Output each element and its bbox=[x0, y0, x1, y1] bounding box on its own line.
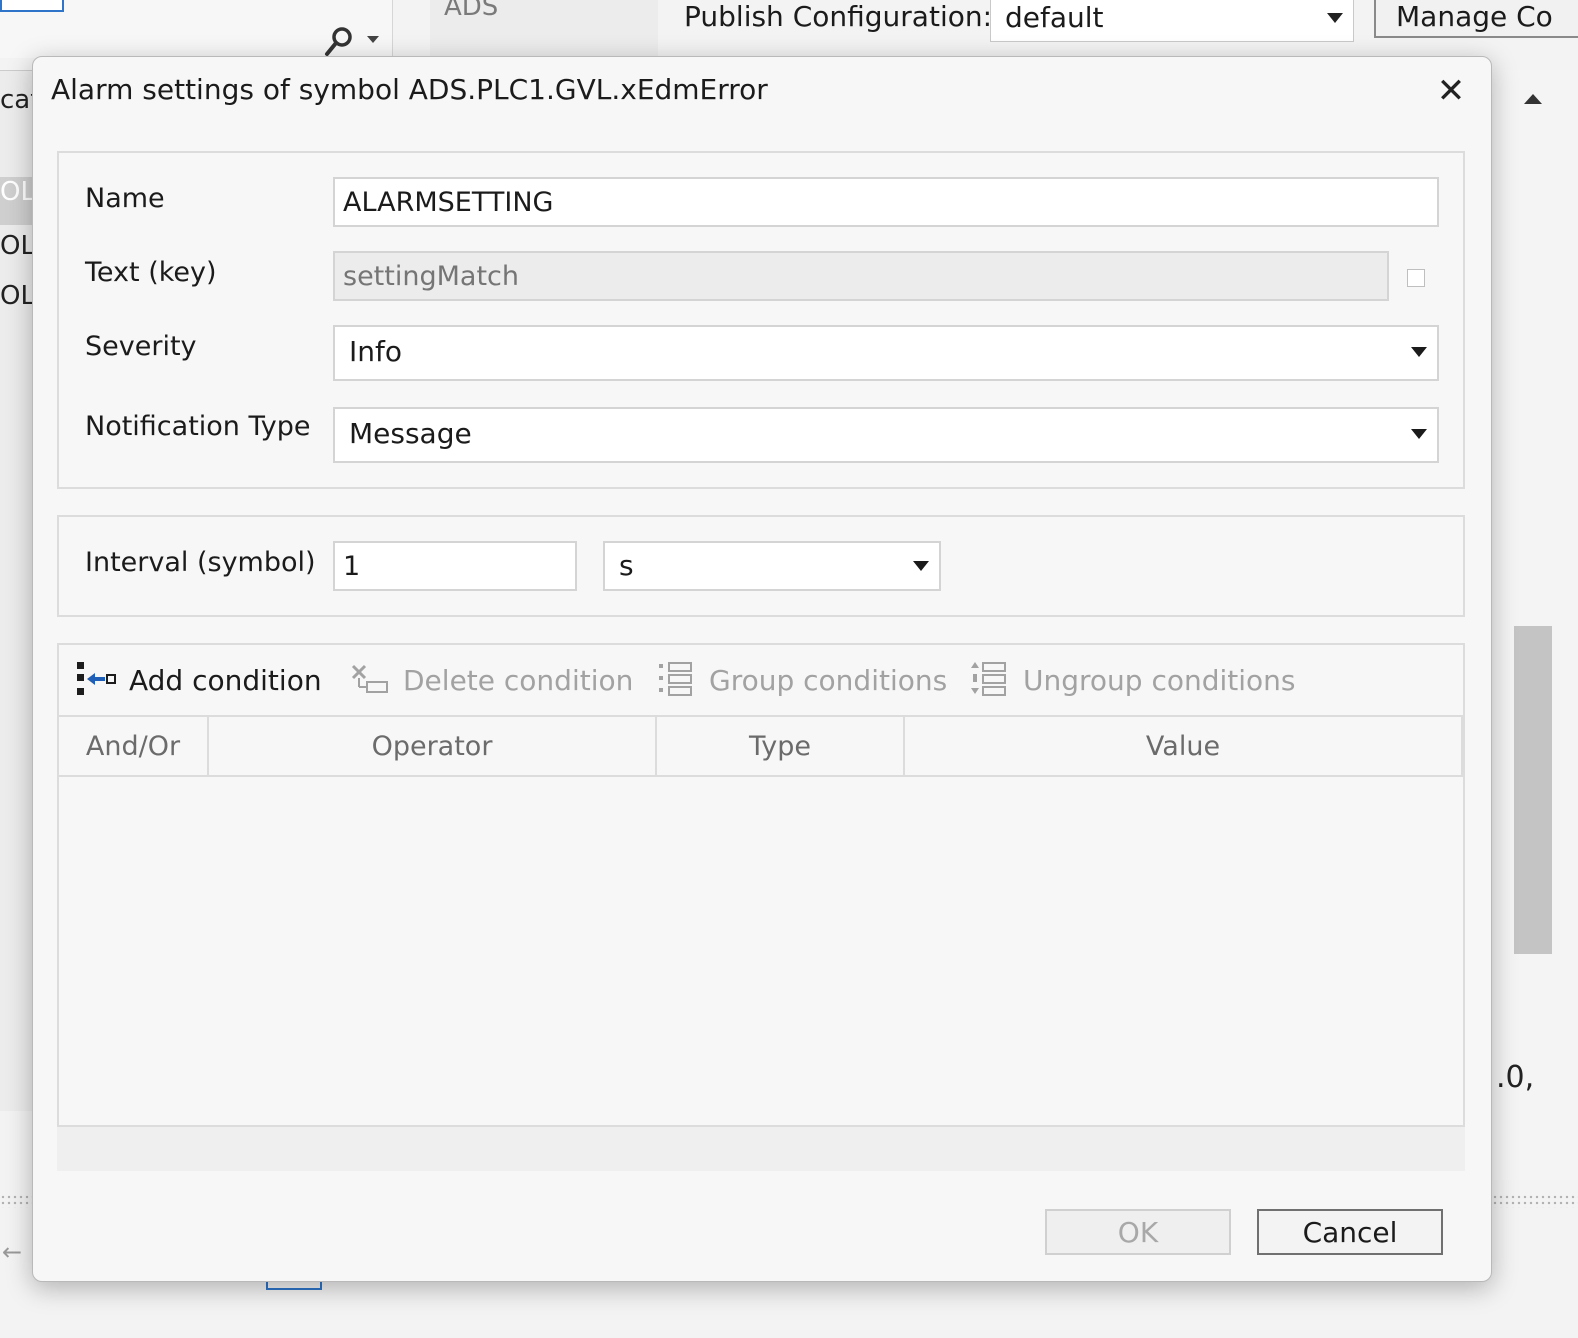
severity-label: Severity bbox=[85, 331, 197, 362]
conditions-group: Add condition Delete condition Group con… bbox=[57, 643, 1465, 1127]
text-key-input[interactable] bbox=[333, 251, 1389, 301]
back-arrow-icon[interactable]: ← bbox=[2, 1238, 22, 1266]
list-item[interactable]: OL bbox=[0, 281, 34, 329]
column-header-value[interactable]: Value bbox=[905, 717, 1463, 775]
splitter-grip[interactable] bbox=[0, 1194, 32, 1208]
close-button[interactable]: ✕ bbox=[1431, 71, 1471, 111]
alarm-settings-dialog: Alarm settings of symbol ADS.PLC1.GVL.xE… bbox=[32, 56, 1492, 1282]
text-key-label: Text (key) bbox=[85, 257, 217, 288]
publish-configuration-label: Publish Configuration: bbox=[684, 0, 993, 33]
search-glyph bbox=[325, 27, 352, 56]
search-icon[interactable] bbox=[322, 24, 362, 56]
background-right-panel bbox=[1492, 70, 1578, 1180]
chevron-down-icon bbox=[913, 561, 929, 571]
chevron-down-icon bbox=[1411, 347, 1427, 357]
interval-input[interactable] bbox=[333, 541, 577, 591]
delete-condition-label: Delete condition bbox=[403, 663, 634, 697]
cancel-button[interactable]: Cancel bbox=[1257, 1209, 1443, 1255]
manage-configuration-button[interactable]: Manage Co bbox=[1374, 0, 1578, 38]
interval-unit-select[interactable]: s bbox=[603, 541, 941, 591]
add-condition-button[interactable]: Add condition bbox=[75, 645, 322, 715]
manage-configuration-label: Manage Co bbox=[1396, 0, 1553, 33]
background-left-list: cat OL OL OL bbox=[0, 70, 34, 1111]
search-dropdown-chevron-icon[interactable] bbox=[367, 36, 379, 43]
background-ads-tab[interactable]: ADS bbox=[430, 0, 658, 58]
background-left-panel bbox=[0, 0, 393, 58]
interval-unit-value: s bbox=[619, 549, 634, 582]
chevron-down-icon bbox=[1411, 429, 1427, 439]
add-condition-label: Add condition bbox=[129, 663, 322, 697]
conditions-table-header: And/Or Operator Type Value bbox=[59, 717, 1463, 777]
delete-condition-button[interactable]: Delete condition bbox=[349, 645, 633, 715]
column-header-and-or[interactable]: And/Or bbox=[59, 717, 209, 775]
scrollbar-thumb[interactable] bbox=[1514, 626, 1552, 954]
list-item[interactable]: OL bbox=[0, 177, 34, 225]
text-key-checkbox[interactable] bbox=[1407, 269, 1425, 287]
interval-group: Interval (symbol) s bbox=[57, 515, 1465, 617]
ungroup-conditions-button[interactable]: Ungroup conditions bbox=[969, 645, 1296, 715]
interval-label: Interval (symbol) bbox=[85, 547, 316, 578]
add-condition-icon bbox=[77, 662, 116, 695]
ok-button[interactable]: OK bbox=[1045, 1209, 1231, 1255]
group-conditions-icon bbox=[659, 662, 692, 696]
properties-group: Name Text (key) Severity Info Notificati… bbox=[57, 151, 1465, 489]
name-input[interactable] bbox=[333, 177, 1439, 227]
conditions-table-body[interactable] bbox=[59, 777, 1463, 1125]
splitter-grip[interactable] bbox=[1492, 1194, 1578, 1208]
conditions-toolbar: Add condition Delete condition Group con… bbox=[59, 645, 1463, 717]
severity-select[interactable]: Info bbox=[333, 325, 1439, 381]
background-value-text: .0, bbox=[1496, 1060, 1535, 1095]
conditions-footer-bar bbox=[57, 1127, 1465, 1171]
publish-configuration-select[interactable]: default bbox=[990, 0, 1354, 42]
background-left-tab[interactable] bbox=[0, 0, 64, 12]
chevron-down-icon bbox=[1327, 13, 1343, 23]
publish-configuration-value: default bbox=[1005, 1, 1104, 34]
ungroup-conditions-label: Ungroup conditions bbox=[1023, 663, 1296, 697]
list-item[interactable]: cat bbox=[0, 85, 34, 133]
ungroup-conditions-icon bbox=[971, 662, 1006, 696]
name-label: Name bbox=[85, 183, 165, 214]
notification-type-select[interactable]: Message bbox=[333, 407, 1439, 463]
list-item[interactable]: OL bbox=[0, 231, 34, 279]
group-conditions-button[interactable]: Group conditions bbox=[655, 645, 947, 715]
dialog-title: Alarm settings of symbol ADS.PLC1.GVL.xE… bbox=[51, 73, 768, 106]
scroll-up-arrow-icon[interactable] bbox=[1524, 94, 1542, 104]
column-header-operator[interactable]: Operator bbox=[209, 717, 657, 775]
column-header-type[interactable]: Type bbox=[657, 717, 905, 775]
close-icon: ✕ bbox=[1436, 71, 1466, 111]
delete-condition-icon bbox=[351, 664, 388, 693]
notification-type-label: Notification Type bbox=[85, 411, 311, 442]
group-conditions-label: Group conditions bbox=[709, 663, 948, 697]
severity-value: Info bbox=[349, 335, 402, 368]
ads-tab-label: ADS bbox=[444, 0, 499, 22]
notification-type-value: Message bbox=[349, 417, 472, 450]
